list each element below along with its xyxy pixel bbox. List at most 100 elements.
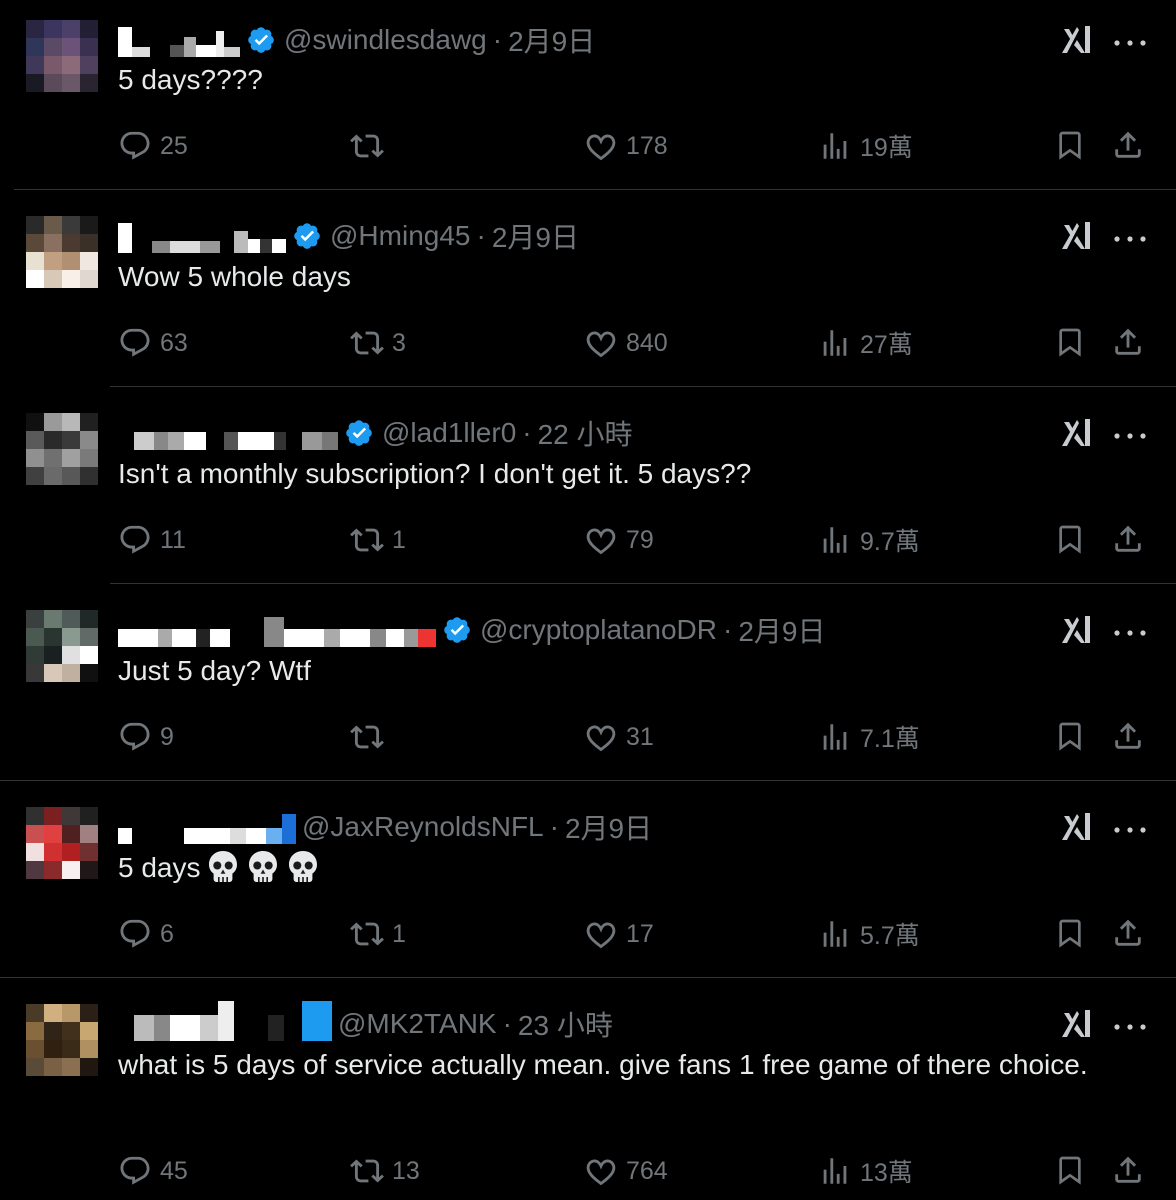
like-button[interactable]: 31	[584, 717, 654, 757]
avatar[interactable]	[26, 1004, 98, 1076]
replies-count: 6	[160, 919, 174, 948]
display-name-redacted[interactable]	[118, 613, 436, 647]
bookmark-icon[interactable]	[1054, 129, 1086, 163]
views-button[interactable]: 5.7萬	[818, 914, 920, 954]
tweet-header: @MK2TANK · 23 小時	[118, 1001, 613, 1044]
divider	[0, 780, 1176, 781]
grok-icon[interactable]	[1060, 1007, 1094, 1041]
bookmark-icon[interactable]	[1054, 1154, 1086, 1188]
likes-count: 31	[626, 722, 654, 751]
more-icon[interactable]	[1112, 231, 1148, 242]
bookmark-icon[interactable]	[1054, 720, 1086, 754]
like-button[interactable]: 17	[584, 914, 654, 954]
reply-button[interactable]: 45	[118, 1151, 188, 1191]
avatar[interactable]	[26, 807, 98, 879]
avatar[interactable]	[26, 216, 98, 288]
reply-icon	[118, 326, 160, 360]
user-handle[interactable]: @MK2TANK	[338, 1008, 497, 1040]
more-icon[interactable]	[1112, 1019, 1148, 1030]
views-count: 7.1萬	[860, 725, 920, 753]
like-button[interactable]: 840	[584, 323, 668, 363]
like-button[interactable]: 178	[584, 126, 668, 166]
timestamp[interactable]: 2月9日	[508, 20, 595, 60]
views-button[interactable]: 9.7萬	[818, 520, 920, 560]
display-name-redacted[interactable]	[118, 416, 338, 450]
replies-count: 9	[160, 722, 174, 751]
views-icon	[818, 917, 860, 951]
share-icon[interactable]	[1111, 1153, 1145, 1189]
share-icon[interactable]	[1111, 719, 1145, 755]
retweet-icon	[350, 326, 392, 360]
bookmark-icon[interactable]	[1054, 326, 1086, 360]
user-handle[interactable]: @Hming45	[330, 220, 470, 252]
grok-icon[interactable]	[1060, 416, 1094, 450]
retweet-button[interactable]: 1	[350, 520, 406, 560]
retweet-button[interactable]: 1	[350, 914, 406, 954]
display-name-redacted[interactable]	[118, 219, 286, 253]
skull-emoji-icon	[205, 849, 241, 885]
avatar[interactable]	[26, 610, 98, 682]
views-button[interactable]: 19萬	[818, 126, 913, 166]
avatar[interactable]	[26, 20, 98, 92]
reply-button[interactable]: 63	[118, 323, 188, 363]
reply-button[interactable]: 9	[118, 717, 174, 757]
retweet-icon	[350, 720, 392, 754]
grok-icon[interactable]	[1060, 810, 1094, 844]
like-button[interactable]: 79	[584, 520, 654, 560]
verified-badge-icon	[442, 615, 472, 645]
more-icon[interactable]	[1112, 428, 1148, 439]
display-name-redacted[interactable]	[118, 1001, 332, 1041]
divider	[14, 189, 1176, 190]
views-icon	[818, 720, 860, 754]
separator-dot: ·	[522, 417, 532, 448]
tweet-actions: 63 3 840 27萬	[118, 323, 1158, 363]
user-handle[interactable]: @swindlesdawg	[284, 24, 487, 56]
more-icon[interactable]	[1112, 625, 1148, 636]
display-name-redacted[interactable]	[118, 810, 296, 844]
grok-icon[interactable]	[1060, 219, 1094, 253]
share-icon[interactable]	[1111, 916, 1145, 952]
timestamp[interactable]: 23 小時	[518, 1004, 613, 1044]
display-name-redacted[interactable]	[118, 23, 240, 57]
timestamp[interactable]: 22 小時	[538, 413, 633, 453]
separator-dot: ·	[502, 1008, 512, 1039]
timestamp[interactable]: 2月9日	[492, 216, 579, 256]
grok-icon[interactable]	[1060, 613, 1094, 647]
divider	[0, 977, 1176, 978]
user-handle[interactable]: @lad1ller0	[382, 417, 516, 449]
reply-button[interactable]: 11	[118, 520, 186, 560]
views-button[interactable]: 7.1萬	[818, 717, 920, 757]
user-handle[interactable]: @cryptoplatanoDR	[480, 614, 717, 646]
like-button[interactable]: 764	[584, 1151, 668, 1191]
more-icon[interactable]	[1112, 822, 1148, 833]
bookmark-icon[interactable]	[1054, 917, 1086, 951]
bookmark-icon[interactable]	[1054, 523, 1086, 557]
retweet-button[interactable]: 13	[350, 1151, 420, 1191]
tweet-text: Wow 5 whole days	[118, 257, 1108, 297]
timestamp[interactable]: 2月9日	[738, 610, 825, 650]
verified-badge-icon	[344, 418, 374, 448]
avatar[interactable]	[26, 413, 98, 485]
tweet-header: @JaxReynoldsNFL · 2月9日	[118, 807, 652, 847]
retweet-button[interactable]	[350, 717, 392, 757]
views-button[interactable]: 13萬	[818, 1151, 913, 1191]
timestamp[interactable]: 2月9日	[565, 807, 652, 847]
reply-button[interactable]: 6	[118, 914, 174, 954]
views-button[interactable]: 27萬	[818, 323, 913, 363]
reply-button[interactable]: 25	[118, 126, 188, 166]
divider	[110, 583, 1176, 584]
share-icon[interactable]	[1111, 325, 1145, 361]
user-handle[interactable]: @JaxReynoldsNFL	[302, 811, 544, 843]
share-icon[interactable]	[1111, 522, 1145, 558]
replies-count: 11	[160, 525, 186, 554]
more-icon[interactable]	[1112, 35, 1148, 46]
tweet-actions: 45 13 764 13萬	[118, 1151, 1158, 1191]
views-count: 5.7萬	[860, 922, 920, 950]
likes-count: 17	[626, 919, 654, 948]
retweet-button[interactable]: 3	[350, 323, 406, 363]
share-icon[interactable]	[1111, 128, 1145, 164]
retweets-count: 1	[392, 525, 406, 554]
retweet-button[interactable]	[350, 126, 392, 166]
likes-count: 840	[626, 328, 668, 357]
grok-icon[interactable]	[1060, 23, 1094, 57]
